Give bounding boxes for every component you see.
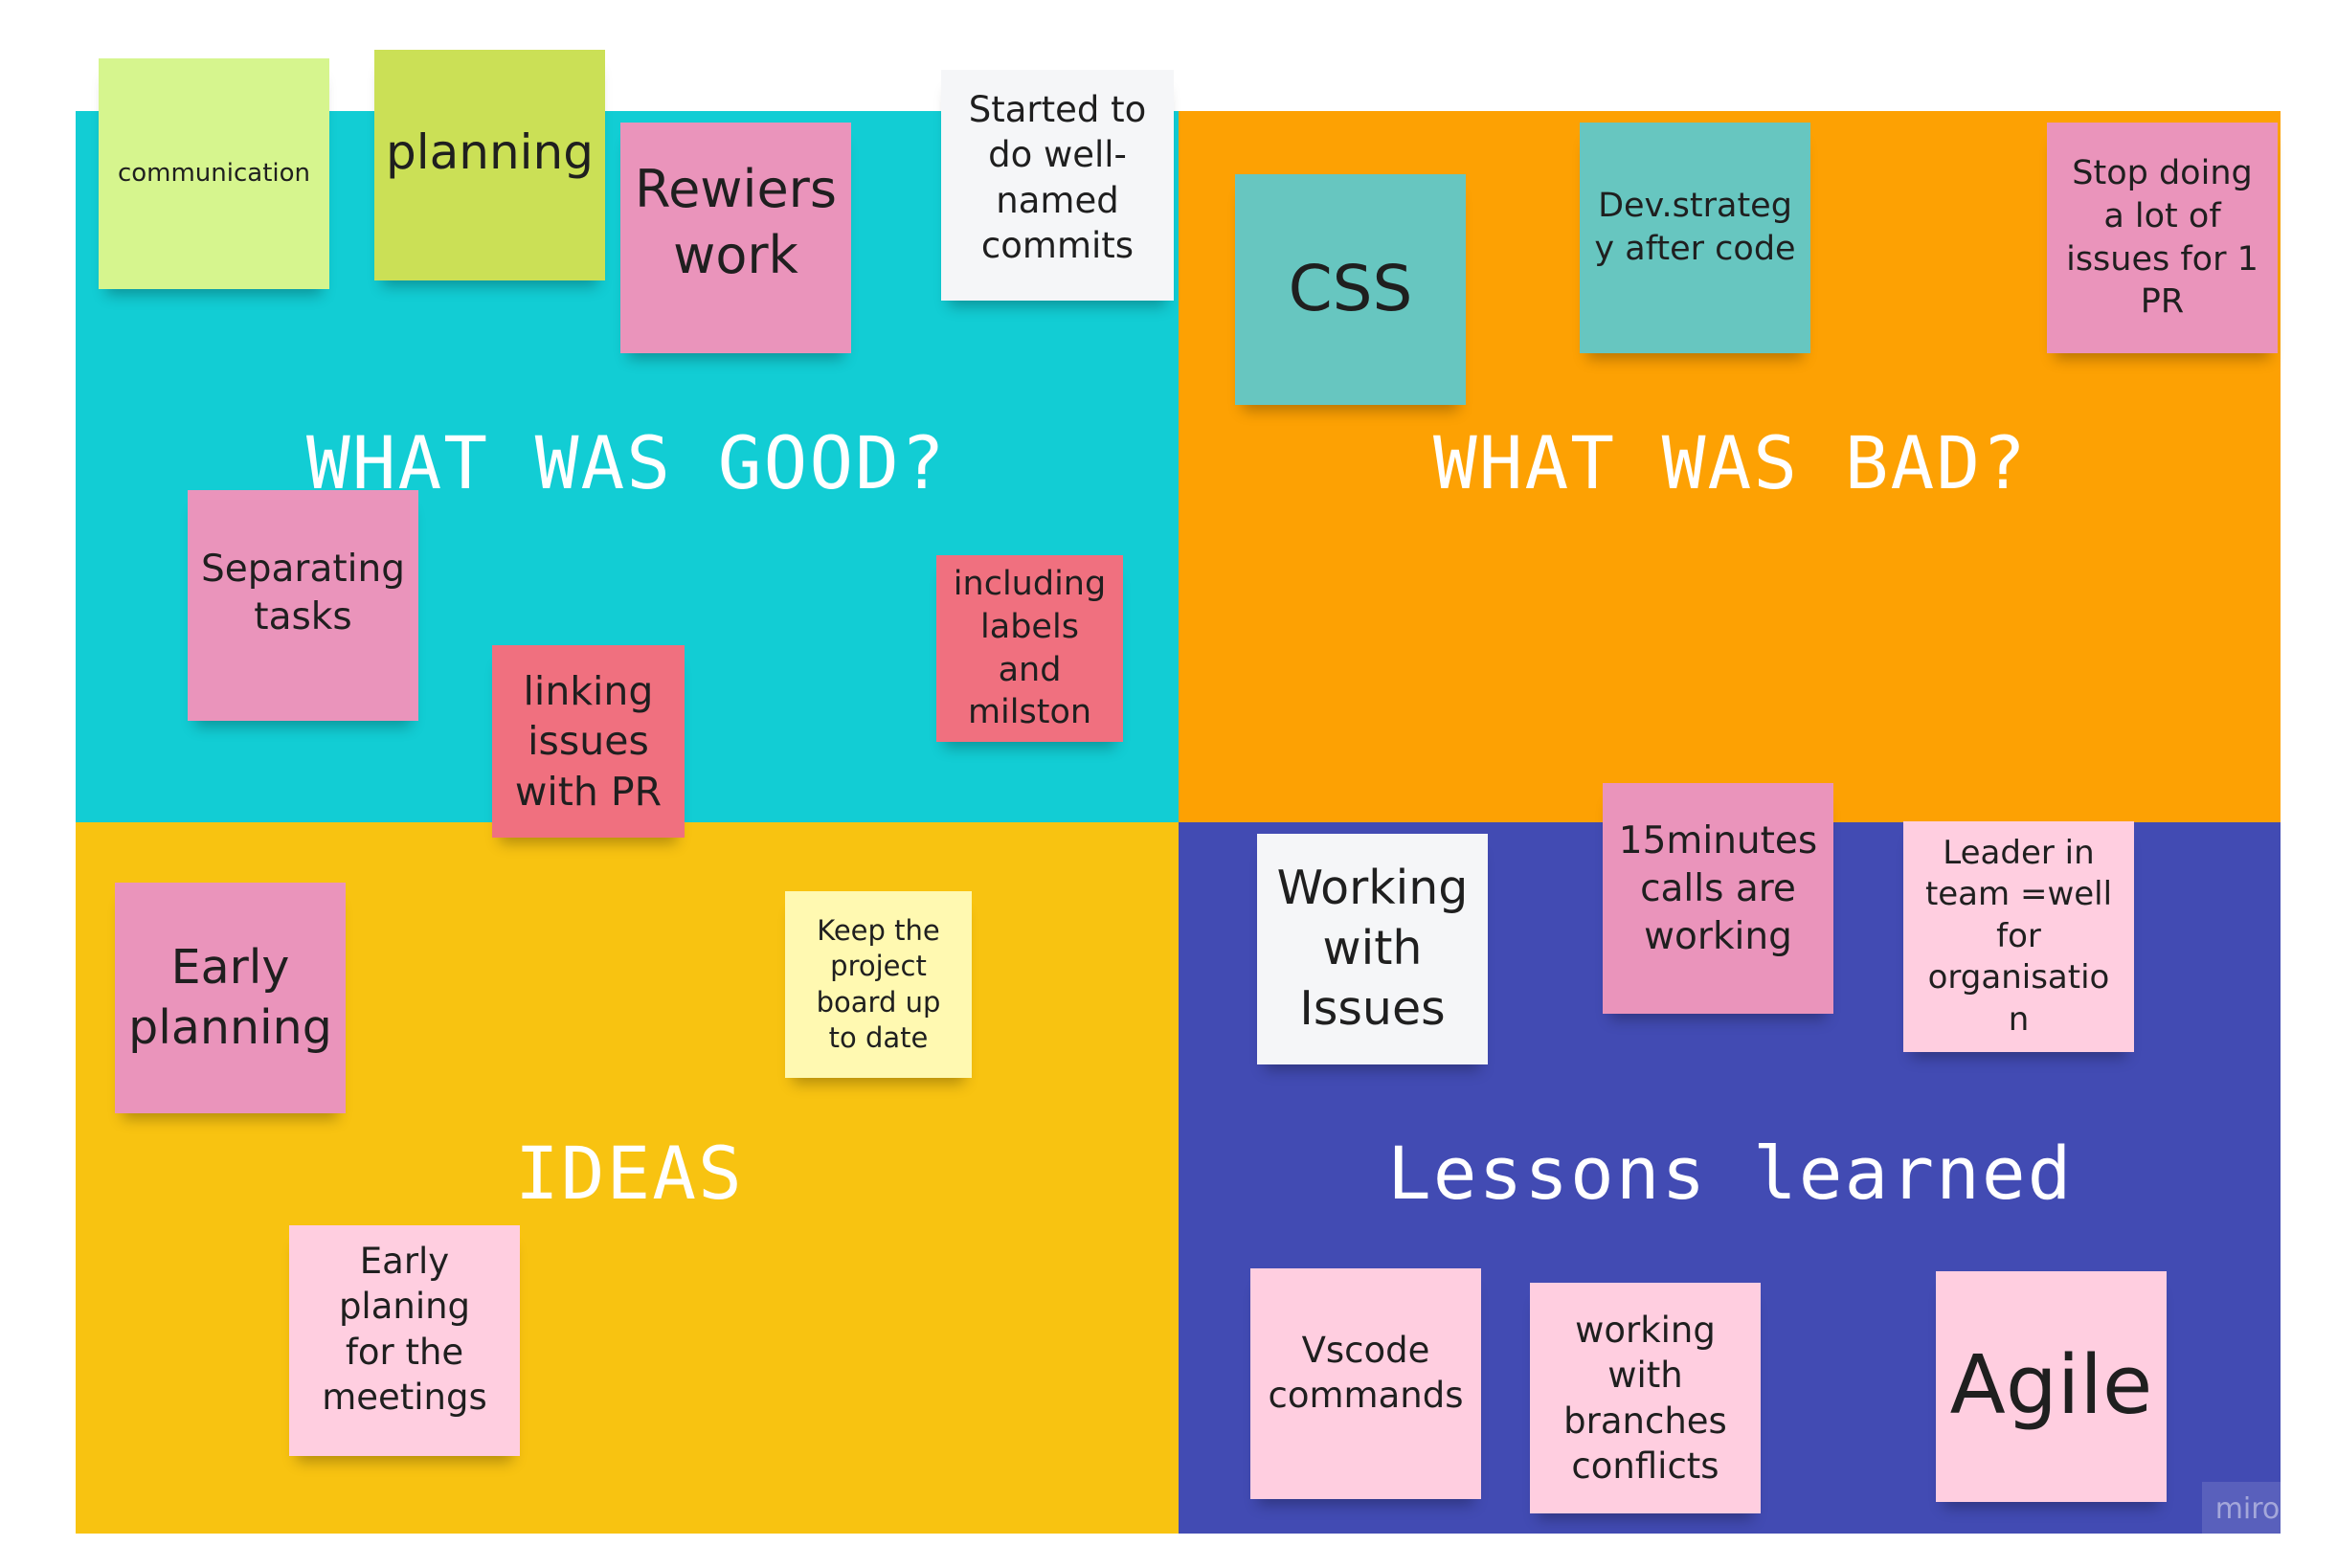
- heading-ideas: IDEAS: [515, 1131, 744, 1216]
- sticky-note-rewiers-work[interactable]: Rewiers work: [620, 123, 851, 353]
- sticky-note-text: Stop doing a lot of issues for 1 PR: [2066, 153, 2258, 322]
- sticky-note-text: planning: [386, 124, 594, 180]
- sticky-note-early-planning[interactable]: Early planning: [115, 883, 346, 1113]
- sticky-note-keep-board[interactable]: Keep the project board up to date: [785, 891, 972, 1078]
- sticky-note-planning[interactable]: planning: [374, 50, 605, 280]
- sticky-note-linking-issues[interactable]: linking issues with PR: [492, 645, 685, 838]
- sticky-note-text: Early planing for the meetings: [322, 1241, 487, 1419]
- sticky-note-text: Separating tasks: [201, 548, 405, 638]
- heading-what-was-bad: WHAT WAS BAD?: [1433, 420, 2028, 505]
- sticky-note-text: Started to do well-named commits: [968, 89, 1147, 267]
- sticky-note-communication[interactable]: communication: [99, 58, 329, 289]
- retrospective-board: WHAT WAS GOOD? WHAT WAS BAD? IDEAS Lesso…: [0, 0, 2337, 1568]
- sticky-note-15minutes-calls[interactable]: 15minutes calls are working: [1603, 783, 1833, 1014]
- sticky-note-dev-strategy[interactable]: Dev.strategy after code: [1580, 123, 1810, 353]
- sticky-note-text: Dev.strategy after code: [1594, 187, 1796, 268]
- sticky-note-text: Keep the project board up to date: [816, 914, 941, 1054]
- sticky-note-vscode-commands[interactable]: Vscode commands: [1250, 1268, 1481, 1499]
- sticky-note-text: Rewiers work: [634, 159, 838, 286]
- sticky-note-text: including labels and milston: [953, 564, 1107, 732]
- sticky-note-early-planing-meetings[interactable]: Early planing for the meetings: [289, 1225, 520, 1456]
- sticky-note-text: Leader in team =well for organisation: [1924, 833, 2113, 1039]
- sticky-note-labels-milston[interactable]: including labels and milston: [936, 555, 1123, 742]
- sticky-note-text: linking issues with PR: [514, 667, 663, 815]
- sticky-note-branches-conflicts[interactable]: working with branches conflicts: [1530, 1283, 1761, 1513]
- sticky-note-text: CSS: [1288, 252, 1413, 326]
- sticky-note-leader-in-team[interactable]: Leader in team =well for organisation: [1903, 821, 2134, 1052]
- sticky-note-css[interactable]: CSS: [1235, 174, 1466, 405]
- sticky-note-text: Early planning: [128, 939, 332, 1055]
- sticky-note-working-with-issues[interactable]: Working with Issues: [1257, 834, 1488, 1064]
- heading-what-was-good: WHAT WAS GOOD?: [306, 420, 947, 505]
- miro-watermark: miro: [2202, 1482, 2293, 1535]
- sticky-note-text: Working with Issues: [1276, 861, 1469, 1036]
- sticky-note-text: 15minutes calls are working: [1618, 819, 1818, 958]
- sticky-note-stop-doing[interactable]: Stop doing a lot of issues for 1 PR: [2047, 123, 2278, 353]
- sticky-note-text: working with branches conflicts: [1563, 1309, 1727, 1487]
- sticky-note-well-named-commits[interactable]: Started to do well-named commits: [941, 70, 1174, 301]
- sticky-note-text: Vscode commands: [1268, 1330, 1464, 1417]
- sticky-note-separating-tasks[interactable]: Separating tasks: [188, 490, 418, 721]
- sticky-note-text: Agile: [1949, 1338, 2153, 1434]
- sticky-note-agile[interactable]: Agile: [1936, 1271, 2167, 1502]
- heading-lessons-learned: Lessons learned: [1387, 1131, 2074, 1216]
- sticky-note-text: communication: [117, 158, 311, 188]
